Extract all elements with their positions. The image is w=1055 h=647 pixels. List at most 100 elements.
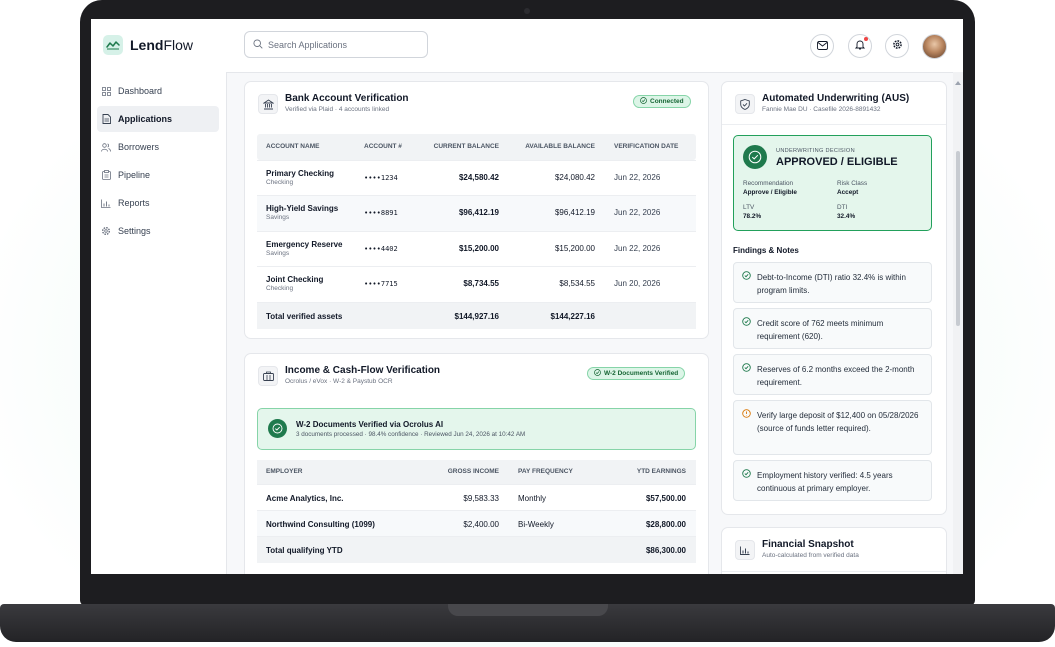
shield-check-icon: [735, 94, 755, 114]
settings-icon: [892, 37, 903, 55]
sidebar-item-label: Settings: [118, 226, 151, 236]
sidebar-item-label: Dashboard: [118, 86, 163, 96]
check-circle-icon: [742, 271, 751, 280]
divider: [722, 571, 946, 572]
metric-label: LTV: [743, 204, 755, 211]
scroll-up-icon[interactable]: [953, 74, 963, 85]
mail-button[interactable]: [810, 34, 834, 58]
col-employer: EMPLOYER: [266, 468, 303, 475]
account-name: Joint Checking: [266, 275, 324, 284]
finding-item: Credit score of 762 meets minimum requir…: [733, 308, 932, 349]
sidebar-item-dashboard[interactable]: Dashboard: [97, 78, 219, 104]
findings-title: Findings & Notes: [733, 246, 799, 255]
account-name: Primary Checking: [266, 169, 335, 178]
finding-item: Debt-to-Income (DTI) ratio 32.4% is with…: [733, 262, 932, 303]
finding-item-warning: Verify large deposit of $12,400 on 05/28…: [733, 400, 932, 455]
warning-icon: [742, 409, 751, 418]
account-number: ••••8891: [364, 209, 398, 217]
bank-table-header: ACCOUNT NAME ACCOUNT # CURRENT BALANCE A…: [257, 134, 696, 160]
account-type: Savings: [266, 250, 290, 257]
table-row[interactable]: Joint Checking Checking ••••7715 $8,734.…: [257, 266, 696, 303]
available-balance: $24,080.42: [554, 173, 595, 182]
search-input[interactable]: Search Applications: [244, 31, 428, 58]
income-table-header: EMPLOYER GROSS INCOME PAY FREQUENCY YTD …: [257, 460, 696, 484]
finding-text: Reserves of 6.2 months exceed the 2-mont…: [757, 365, 915, 387]
mail-icon: [816, 37, 828, 55]
employer-name: Northwind Consulting (1099): [266, 520, 375, 529]
table-row[interactable]: Primary Checking Checking ••••1234 $24,5…: [257, 160, 696, 196]
document-icon: [101, 114, 111, 124]
verification-date: Jun 22, 2026: [614, 208, 661, 217]
check-circle-icon: [742, 317, 751, 326]
sidebar-item-borrowers[interactable]: Borrowers: [97, 134, 219, 160]
verification-date: Jun 20, 2026: [614, 279, 661, 288]
settings-button[interactable]: [885, 34, 909, 58]
sidebar-item-label: Borrowers: [118, 142, 160, 152]
col-gross-income: GROSS INCOME: [447, 468, 499, 475]
available-balance: $96,412.19: [554, 208, 595, 217]
sidebar-item-reports[interactable]: Reports: [97, 190, 219, 216]
sidebar-item-label: Reports: [118, 198, 150, 208]
check-circle-icon: [743, 145, 767, 169]
bar-chart-icon: [735, 540, 755, 560]
sidebar-item-settings[interactable]: Settings: [97, 218, 219, 244]
pay-frequency: Bi-Weekly: [518, 520, 554, 529]
current-balance: $8,734.55: [463, 279, 499, 288]
check-circle-icon: [742, 363, 751, 372]
table-row[interactable]: Northwind Consulting (1099) $2,400.00 Bi…: [257, 510, 696, 537]
gross-income: $2,400.00: [463, 520, 499, 529]
notifications-button[interactable]: [848, 34, 872, 58]
aus-title: Automated Underwriting (AUS): [762, 93, 910, 104]
check-circle-icon: [594, 369, 601, 378]
logo-icon: [103, 35, 123, 55]
brand-name: LendFlow: [130, 37, 194, 53]
w2-verified-label: W-2 Documents Verified: [604, 370, 679, 377]
total-ytd: $86,300.00: [645, 546, 686, 555]
underwriting-decision-box: UNDERWRITING DECISION APPROVED / ELIGIBL…: [733, 135, 932, 231]
bank-icon: [258, 94, 278, 114]
income-verification-card: Income & Cash-Flow Verification Ocrolus …: [244, 353, 709, 574]
metric-label: Risk Class: [837, 180, 868, 187]
gross-income: $9,583.33: [463, 494, 499, 503]
account-number: ••••7715: [364, 280, 398, 288]
avatar[interactable]: [922, 34, 947, 59]
w2-verified-badge: W-2 Documents Verified: [587, 367, 686, 380]
table-row[interactable]: Emergency Reserve Savings ••••4402 $15,2…: [257, 231, 696, 267]
total-label: Total verified assets: [266, 312, 343, 321]
metric-label: DTI: [837, 204, 848, 211]
camera-dot: [524, 8, 530, 14]
aus-card: Automated Underwriting (AUS) Fannie Mae …: [721, 81, 947, 515]
current-balance: $24,580.42: [458, 173, 499, 182]
account-type: Checking: [266, 179, 294, 186]
banner-subtitle: 3 documents processed · 98.4% confidence…: [296, 431, 526, 438]
finding-text: Credit score of 762 meets minimum requir…: [757, 319, 884, 341]
account-name: Emergency Reserve: [266, 240, 343, 249]
notification-dot: [864, 37, 868, 41]
briefcase-icon: [258, 366, 278, 386]
brand-logo[interactable]: LendFlow: [103, 35, 193, 55]
sidebar-item-pipeline[interactable]: Pipeline: [97, 162, 219, 188]
account-name: High-Yield Savings: [266, 204, 339, 213]
divider: [722, 124, 946, 125]
connected-badge: Connected: [633, 95, 691, 108]
employer-name: Acme Analytics, Inc.: [266, 494, 344, 503]
finding-item: Employment history verified: 4.5 years c…: [733, 460, 932, 501]
ytd-earnings: $57,500.00: [645, 494, 686, 503]
col-verification-date: VERIFICATION DATE: [614, 143, 679, 150]
users-icon: [101, 142, 111, 152]
metric-label: Recommendation: [743, 180, 794, 187]
aus-subtitle: Fannie Mae DU · Casefile 2026-8891432: [762, 106, 881, 113]
metric-value: Accept: [837, 189, 859, 196]
w2-verified-banner: W-2 Documents Verified via Ocrolus AI 3 …: [257, 408, 696, 450]
bank-total-row: Total verified assets $144,927.16 $144,2…: [257, 302, 696, 329]
available-balance: $8,534.55: [559, 279, 595, 288]
scrollbar-thumb[interactable]: [956, 151, 960, 326]
table-row[interactable]: Acme Analytics, Inc. $9,583.33 Monthly $…: [257, 484, 696, 511]
decision-value: APPROVED / ELIGIBLE: [776, 156, 898, 168]
sidebar-nav: Dashboard Applications Borrowers Pipelin…: [97, 78, 219, 246]
available-balance: $15,200.00: [554, 244, 595, 253]
sidebar-item-applications[interactable]: Applications: [97, 106, 219, 132]
col-current-balance: CURRENT BALANCE: [433, 143, 499, 150]
table-row[interactable]: High-Yield Savings Savings ••••8891 $96,…: [257, 195, 696, 232]
connected-label: Connected: [650, 98, 684, 105]
